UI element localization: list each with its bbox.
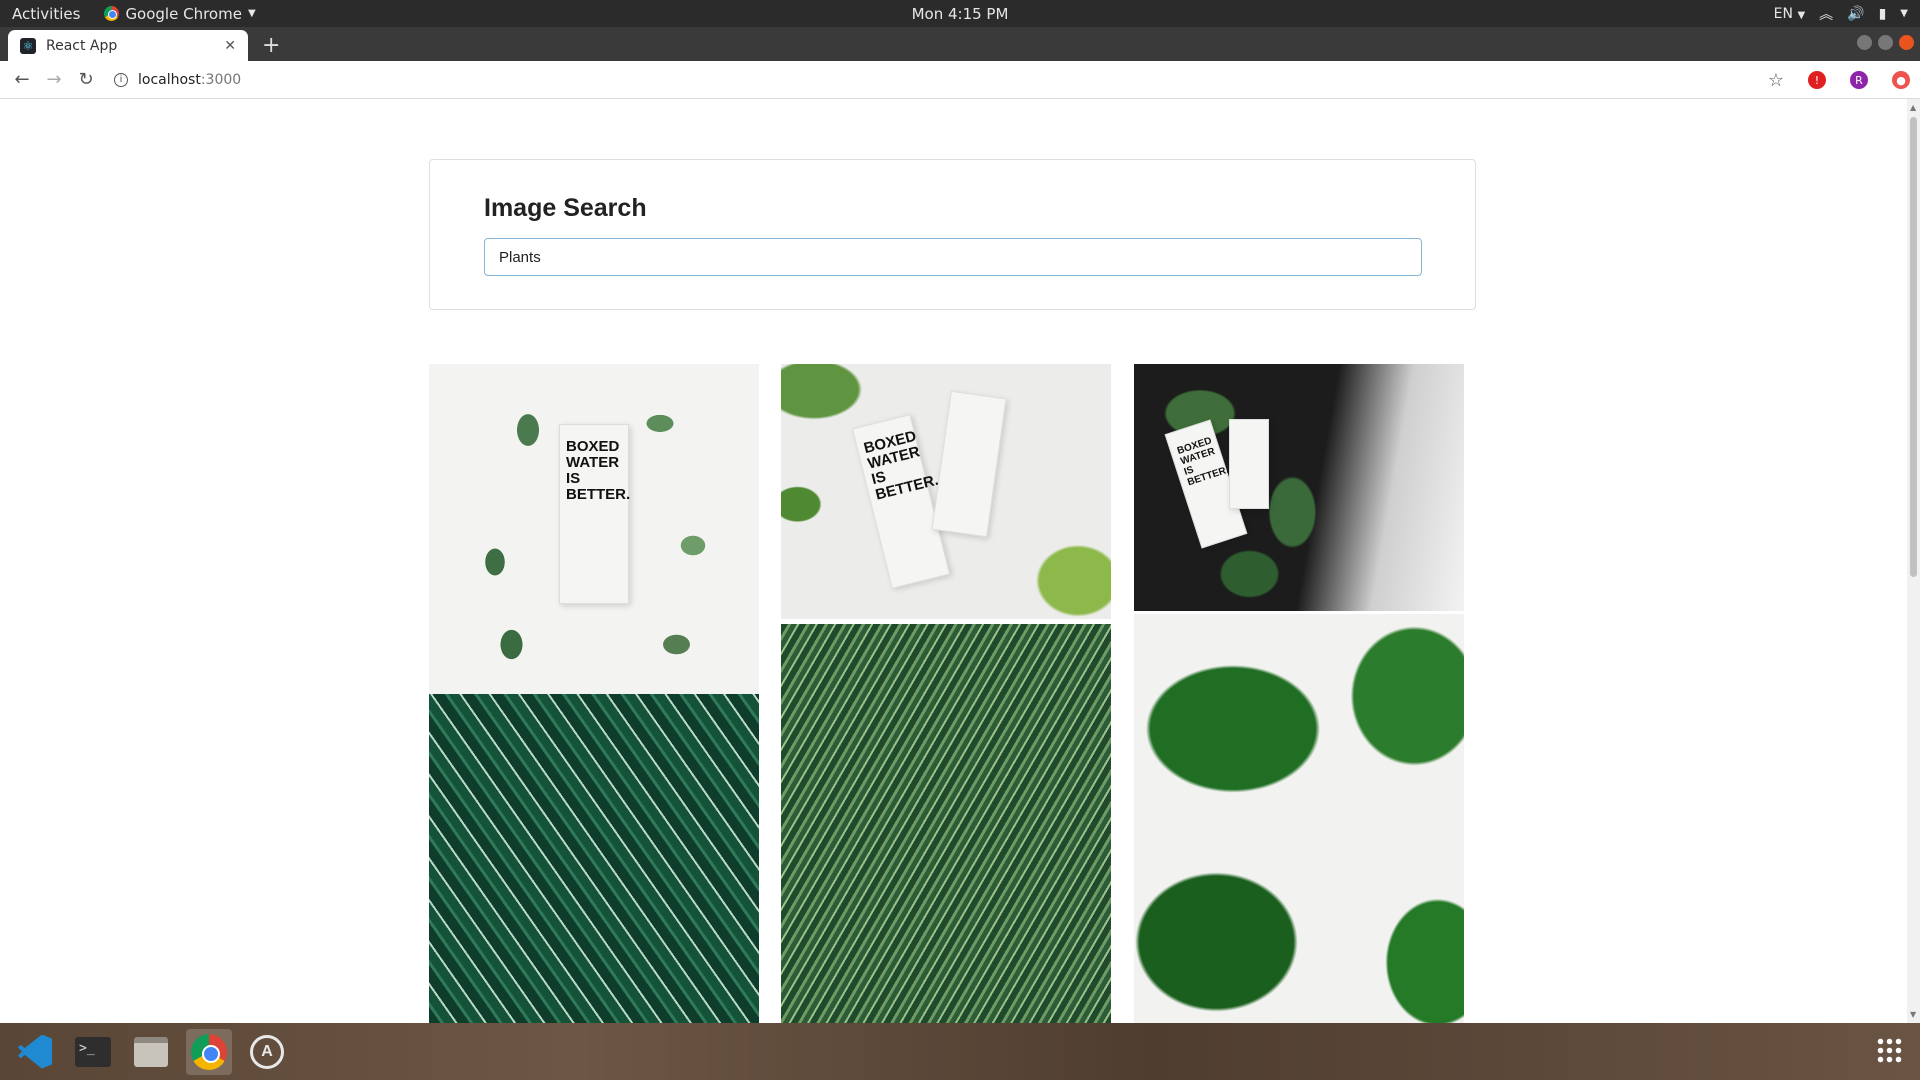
- activities-button[interactable]: Activities: [12, 5, 80, 23]
- volume-icon: 🔊: [1847, 5, 1865, 22]
- carton-graphic: [1229, 419, 1269, 509]
- chrome-icon: [104, 6, 120, 21]
- vscode-icon: [18, 1034, 52, 1069]
- image-gallery: BOXED WATER IS BETTER. BOXED WATER IS BE…: [429, 364, 1465, 1023]
- chrome-icon: [191, 1033, 227, 1070]
- gallery-image[interactable]: BOXED WATER IS BETTER.: [781, 364, 1111, 619]
- scroll-down-arrow-icon[interactable]: ▼: [1910, 1010, 1916, 1019]
- show-applications-icon[interactable]: [1876, 1037, 1902, 1063]
- url-port: :3000: [200, 71, 242, 88]
- wifi-icon: ︽: [1819, 6, 1834, 23]
- dock-item-vscode[interactable]: [12, 1029, 58, 1075]
- gallery-image[interactable]: BOXED WATER IS BETTER.: [429, 364, 759, 694]
- chevron-down-icon[interactable]: ▼: [1900, 8, 1908, 19]
- scroll-up-arrow-icon[interactable]: ▲: [1910, 103, 1916, 112]
- system-tray[interactable]: EN ▼ ︽ 🔊 ▮ ▼: [1774, 0, 1908, 27]
- info-icon[interactable]: i: [114, 72, 128, 87]
- dock-item-chrome[interactable]: [186, 1028, 232, 1075]
- scrollbar-thumb[interactable]: [1910, 117, 1917, 577]
- new-tab-button[interactable]: +: [262, 33, 280, 58]
- carton-graphic: BOXED WATER IS BETTER.: [559, 424, 630, 604]
- minimize-button[interactable]: [1857, 35, 1872, 50]
- gallery-image[interactable]: [429, 694, 759, 1023]
- dock-item-files[interactable]: [128, 1029, 174, 1075]
- terminal-icon: >_: [75, 1036, 111, 1067]
- dock-item-terminal[interactable]: >_: [70, 1029, 116, 1075]
- extension-icon[interactable]: ●: [1892, 71, 1910, 89]
- search-card: Image Search: [429, 159, 1476, 310]
- react-favicon-icon: ⚛: [20, 37, 36, 54]
- address-bar[interactable]: i localhost:3000: [114, 72, 241, 88]
- app-menu[interactable]: Google Chrome ▼: [104, 4, 256, 23]
- battery-icon: ▮: [1878, 5, 1887, 22]
- page-title: Image Search: [484, 194, 647, 222]
- page-content: Image Search BOXED WATER IS BETTER. BOXE…: [0, 99, 1907, 1023]
- clock[interactable]: Mon 4:15 PM: [912, 5, 1009, 23]
- browser-toolbar: ← → ↻ i localhost:3000 ☆ ! R ●: [0, 61, 1920, 99]
- tab-react-app[interactable]: ⚛ React App ✕: [8, 30, 248, 61]
- tab-strip: ⚛ React App ✕ +: [0, 27, 1920, 61]
- window-controls: [1857, 35, 1914, 50]
- system-top-bar: Activities Google Chrome ▼ Mon 4:15 PM E…: [0, 0, 1920, 27]
- gallery-image[interactable]: [1134, 614, 1464, 1023]
- software-updater-icon: A: [250, 1034, 284, 1069]
- search-input[interactable]: [484, 238, 1422, 276]
- forward-button[interactable]: →: [44, 69, 64, 90]
- carton-graphic: [931, 390, 1007, 538]
- tab-title: React App: [46, 37, 118, 54]
- page-scrollbar[interactable]: ▲ ▼: [1907, 99, 1920, 1023]
- back-button[interactable]: ←: [12, 69, 32, 90]
- gallery-image[interactable]: [781, 624, 1111, 1023]
- dock-item-software-updater[interactable]: A: [244, 1029, 290, 1075]
- close-icon[interactable]: ✕: [224, 38, 236, 54]
- bookmark-star-icon[interactable]: ☆: [1768, 70, 1784, 91]
- files-icon: [134, 1036, 168, 1067]
- profile-avatar[interactable]: R: [1850, 71, 1868, 89]
- close-window-button[interactable]: [1899, 35, 1914, 50]
- language-indicator[interactable]: EN ▼: [1774, 6, 1805, 22]
- chevron-down-icon: ▼: [247, 8, 256, 19]
- dock: >_ A: [0, 1023, 1920, 1080]
- gallery-image[interactable]: BOXED WATER IS BETTER.: [1134, 364, 1464, 611]
- reload-button[interactable]: ↻: [76, 69, 96, 90]
- app-menu-label: Google Chrome: [125, 4, 242, 23]
- extension-icon[interactable]: !: [1808, 71, 1826, 89]
- maximize-button[interactable]: [1878, 35, 1893, 50]
- url-host: localhost: [138, 71, 201, 88]
